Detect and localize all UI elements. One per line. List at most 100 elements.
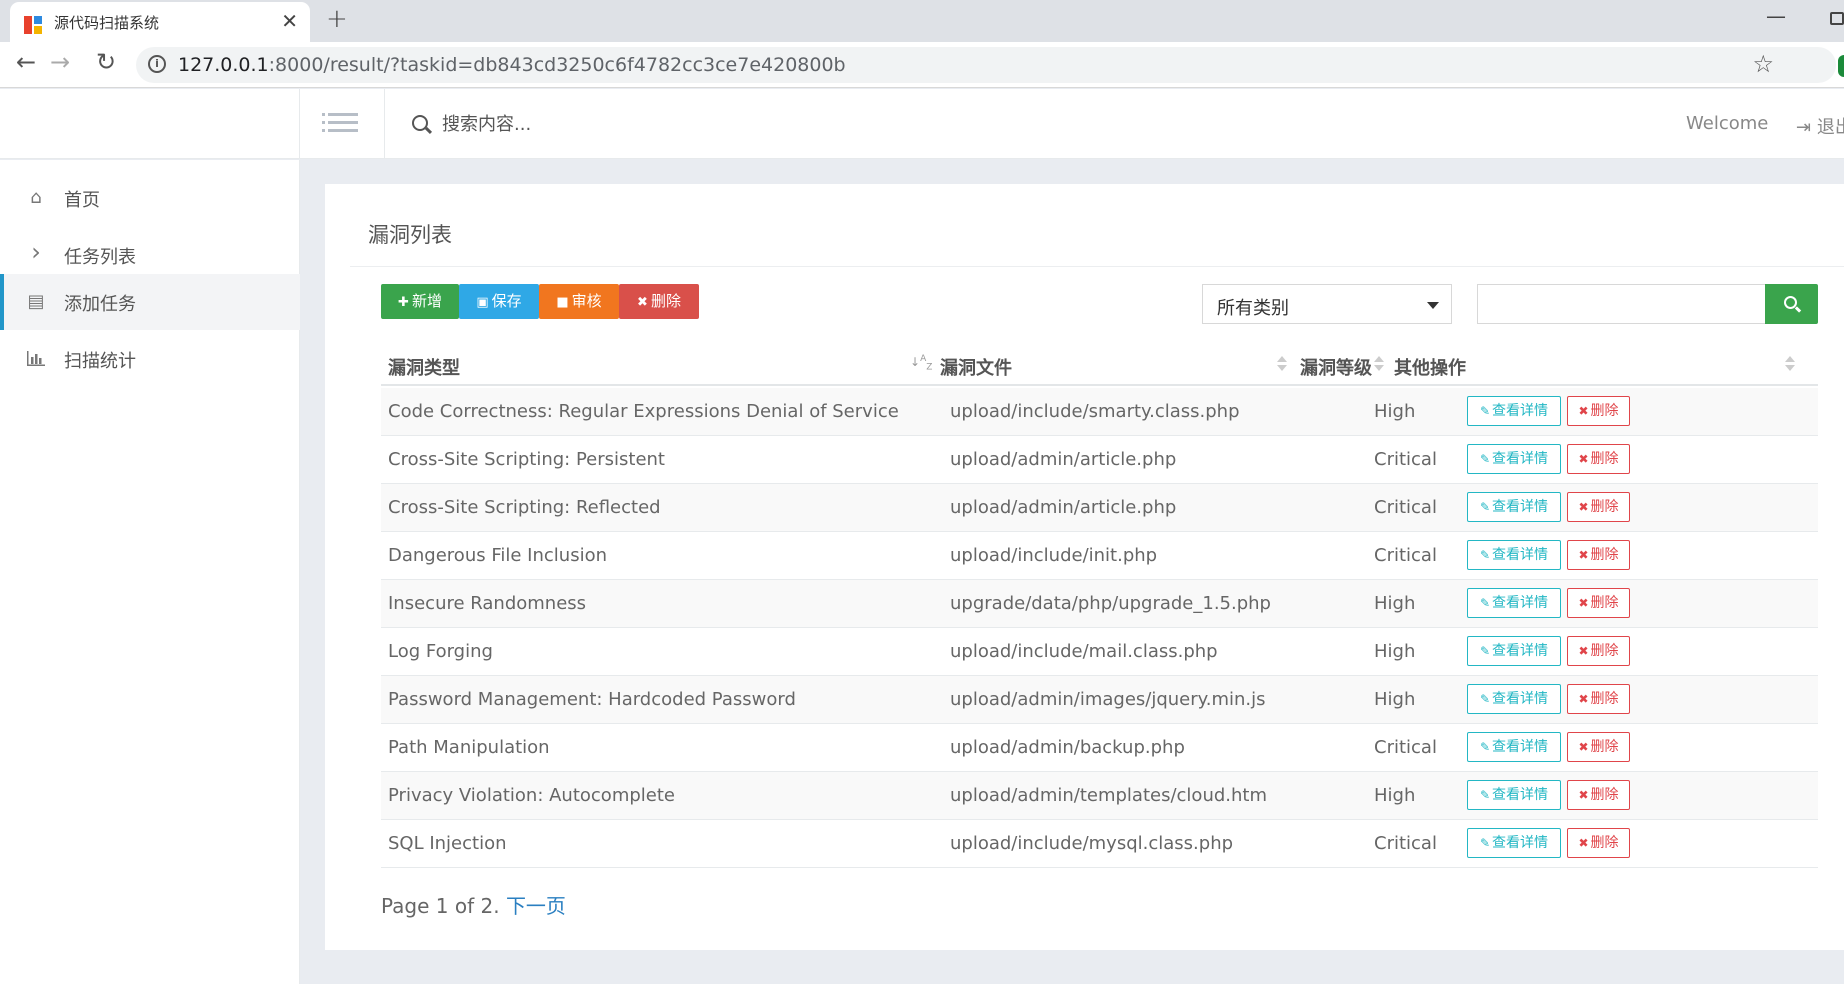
view-details-button[interactable]: ✎ 查看详情 (1467, 828, 1561, 858)
row-delete-button[interactable]: ✖ 删除 (1567, 588, 1630, 618)
home-icon: ⌂ (30, 187, 42, 208)
url-path: :8000/result/?taskid=db843cd3250c6f4782c… (268, 54, 846, 76)
vuln-level: High (1374, 689, 1416, 710)
row-delete-label: 删除 (1590, 739, 1619, 755)
row-delete-button[interactable]: ✖ 删除 (1567, 780, 1630, 810)
sidebar-item-label: 首页 (64, 190, 100, 211)
table-header: 漏洞类型 ↓AZ 漏洞文件 漏洞等级 其他操作 (381, 344, 1818, 386)
view-details-button[interactable]: ✎ 查看详情 (1467, 540, 1561, 570)
view-details-button[interactable]: ✎ 查看详情 (1467, 492, 1561, 522)
sidebar-item-scan-stats[interactable]: 扫描统计 (0, 331, 300, 387)
bookmark-star-icon[interactable]: ☆ (1752, 50, 1774, 78)
vuln-file: upload/admin/backup.php (950, 737, 1185, 758)
view-details-button[interactable]: ✎ 查看详情 (1467, 396, 1561, 426)
trash-icon: ✖ (1578, 692, 1589, 706)
url-text[interactable]: 127.0.0.1:8000/result/?taskid=db843cd325… (178, 54, 846, 76)
row-delete-button[interactable]: ✖ 删除 (1567, 684, 1630, 714)
audit-button[interactable]: ■ 审核 (539, 284, 619, 319)
trash-icon: ✖ (1578, 644, 1589, 658)
extension-icon[interactable] (1838, 55, 1844, 77)
page-title: 漏洞列表 (368, 223, 452, 247)
column-header-type[interactable]: 漏洞类型 (388, 354, 460, 380)
row-delete-button[interactable]: ✖ 删除 (1567, 492, 1630, 522)
view-details-label: 查看详情 (1492, 499, 1549, 515)
row-delete-label: 删除 (1590, 595, 1619, 611)
table-row: Code Correctness: Regular Expressions De… (381, 388, 1818, 436)
column-header-actions[interactable]: 其他操作 (1394, 354, 1466, 380)
vuln-file: upload/admin/images/jquery.min.js (950, 689, 1266, 710)
category-select[interactable]: 所有类别 (1202, 284, 1452, 324)
next-page-link[interactable]: 下一页 (506, 894, 566, 918)
view-details-button[interactable]: ✎ 查看详情 (1467, 684, 1561, 714)
app-header: Welcome ⇥ 退出 (0, 89, 1844, 159)
menu-toggle-button[interactable] (300, 89, 385, 159)
sidebar-item-add-task[interactable]: ▤ 添加任务 (0, 274, 300, 330)
vuln-file: upload/include/init.php (950, 545, 1158, 566)
row-delete-button[interactable]: ✖ 删除 (1567, 732, 1630, 762)
vuln-type: Code Correctness: Regular Expressions De… (388, 401, 899, 422)
save-button[interactable]: ▣ 保存 (459, 284, 539, 319)
table-row: Password Management: Hardcoded Password u… (381, 676, 1818, 724)
vuln-level: Critical (1374, 449, 1437, 470)
divider (350, 266, 1844, 267)
row-delete-button[interactable]: ✖ 删除 (1567, 540, 1630, 570)
row-delete-button[interactable]: ✖ 删除 (1567, 396, 1630, 426)
new-tab-button[interactable]: + (326, 4, 348, 34)
site-info-icon[interactable]: i (148, 55, 166, 73)
view-details-button[interactable]: ✎ 查看详情 (1467, 732, 1561, 762)
add-button[interactable]: ✚ 新增 (381, 284, 459, 319)
view-details-label: 查看详情 (1492, 595, 1549, 611)
reload-button[interactable]: ↻ (96, 48, 116, 76)
table-row: Insecure Randomness upgrade/data/php/upgr… (381, 580, 1818, 628)
vuln-file: upload/include/mysql.class.php (950, 833, 1234, 854)
url-host: 127.0.0.1 (178, 54, 269, 76)
address-bar[interactable]: i 127.0.0.1:8000/result/?taskid=db843cd3… (136, 47, 1836, 83)
browser-tab[interactable]: 源代码扫描系统 ✕ (10, 2, 310, 42)
column-header-level[interactable]: 漏洞等级 (1300, 354, 1372, 380)
page-info: Page 1 of 2. (381, 894, 506, 918)
vuln-level: High (1374, 401, 1416, 422)
trash-icon: ✖ (637, 295, 648, 310)
list-alt-icon: ▤ (27, 291, 45, 312)
column-header-file[interactable]: 漏洞文件 (940, 354, 1012, 380)
window-maximize-button[interactable] (1830, 12, 1844, 25)
row-delete-label: 删除 (1590, 499, 1619, 515)
logout-link[interactable]: ⇥ 退出 (1796, 113, 1844, 139)
pencil-icon: ✎ (1479, 596, 1491, 610)
view-details-button[interactable]: ✎ 查看详情 (1467, 636, 1561, 666)
search-icon (412, 115, 428, 131)
trash-icon: ✖ (1578, 452, 1589, 466)
browser-toolbar: ← → ↻ i 127.0.0.1:8000/result/?taskid=db… (0, 42, 1844, 88)
sidebar-item-home[interactable]: ⌂ 首页 (0, 170, 300, 226)
view-details-button[interactable]: ✎ 查看详情 (1467, 588, 1561, 618)
sort-icon[interactable] (1785, 356, 1795, 372)
view-details-label: 查看详情 (1492, 835, 1549, 851)
sort-alpha-icon[interactable]: ↓AZ (910, 354, 932, 372)
tab-close-icon[interactable]: ✕ (281, 9, 298, 33)
row-delete-label: 删除 (1590, 451, 1619, 467)
row-delete-button[interactable]: ✖ 删除 (1567, 636, 1630, 666)
trash-icon: ✖ (1578, 836, 1589, 850)
row-delete-label: 删除 (1590, 547, 1619, 563)
forward-button[interactable]: → (50, 48, 70, 76)
sidebar: ⌂ 首页 › 任务列表 ▤ 添加任务 扫描统计 (0, 160, 300, 984)
row-delete-button[interactable]: ✖ 删除 (1567, 444, 1630, 474)
row-delete-label: 删除 (1590, 787, 1619, 803)
search-input[interactable] (442, 109, 1042, 139)
sort-icon[interactable] (1374, 356, 1384, 372)
view-details-button[interactable]: ✎ 查看详情 (1467, 444, 1561, 474)
save-button-label: 保存 (491, 292, 522, 310)
add-button-label: 新增 (411, 292, 442, 310)
delete-button[interactable]: ✖ 删除 (619, 284, 699, 319)
pencil-icon: ✎ (1479, 740, 1491, 754)
filter-input[interactable] (1477, 284, 1772, 324)
sort-icon[interactable] (1277, 356, 1287, 372)
back-button[interactable]: ← (16, 48, 36, 76)
view-details-button[interactable]: ✎ 查看详情 (1467, 780, 1561, 810)
row-delete-button[interactable]: ✖ 删除 (1567, 828, 1630, 858)
filter-search-button[interactable] (1765, 284, 1818, 324)
window-minimize-button[interactable]: — (1766, 4, 1786, 28)
sidebar-item-label: 任务列表 (64, 247, 136, 268)
vuln-level: Critical (1374, 545, 1437, 566)
audit-button-label: 审核 (571, 292, 602, 310)
